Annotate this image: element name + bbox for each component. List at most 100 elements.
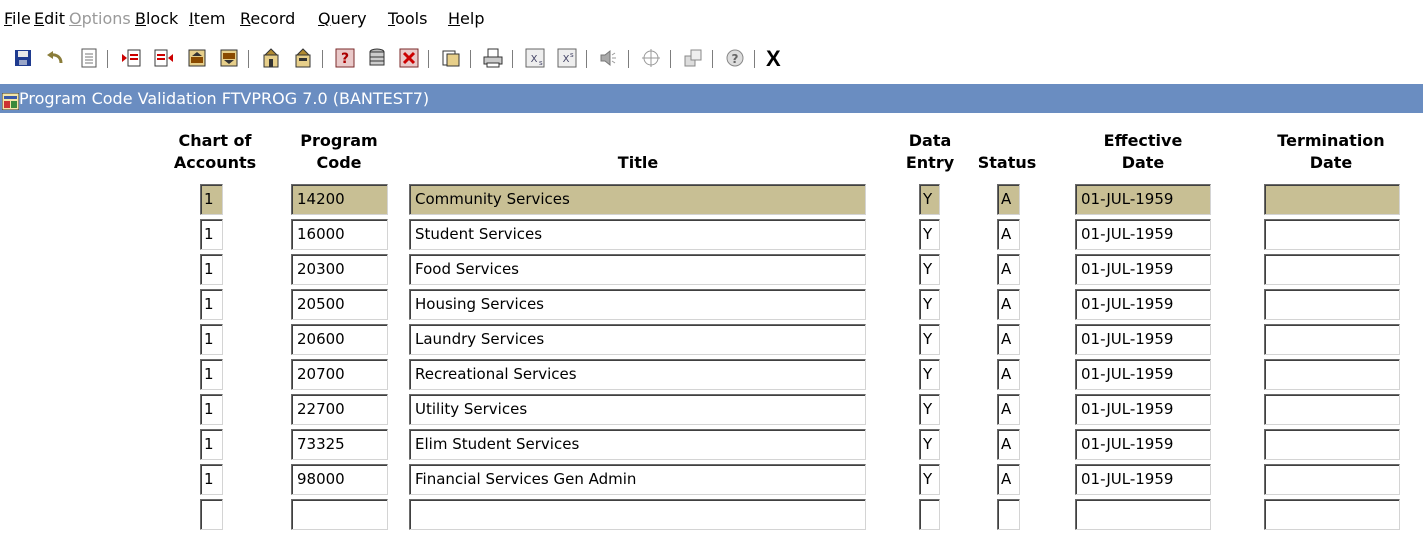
data-entry-field[interactable]: Y (919, 359, 940, 390)
program-code-field[interactable]: 14200 (291, 184, 388, 215)
title-field[interactable]: Recreational Services (409, 359, 866, 390)
audio-icon[interactable] (598, 47, 620, 69)
title-field[interactable]: Food Services (409, 254, 866, 285)
data-entry-field[interactable]: Y (919, 184, 940, 215)
data-entry-field[interactable]: Y (919, 464, 940, 495)
effective-date-field[interactable]: 01-JUL-1959 (1075, 394, 1211, 425)
effective-date-field[interactable]: 01-JUL-1959 (1075, 359, 1211, 390)
menu-file[interactable]: File (4, 9, 31, 28)
termination-date-field[interactable] (1264, 429, 1400, 460)
status-field[interactable]: A (997, 289, 1020, 320)
data-entry-field[interactable]: Y (919, 254, 940, 285)
status-field[interactable]: A (997, 394, 1020, 425)
status-field[interactable]: A (997, 359, 1020, 390)
status-field[interactable]: A (997, 254, 1020, 285)
status-field[interactable]: A (997, 184, 1020, 215)
status-field[interactable]: A (997, 429, 1020, 460)
chart-of-accounts-field[interactable]: 1 (200, 429, 223, 460)
termination-date-field[interactable] (1264, 394, 1400, 425)
title-field[interactable]: Financial Services Gen Admin (409, 464, 866, 495)
termination-date-field[interactable] (1264, 289, 1400, 320)
database-icon[interactable] (366, 47, 388, 69)
chart-of-accounts-field[interactable]: 1 (200, 464, 223, 495)
program-code-field[interactable]: 22700 (291, 394, 388, 425)
duplicate-icon[interactable] (440, 47, 462, 69)
help-circle-icon[interactable]: ? (724, 47, 746, 69)
menu-item[interactable]: Item (189, 9, 225, 28)
rollback-icon[interactable] (44, 47, 66, 69)
remove-record-icon[interactable] (153, 47, 175, 69)
data-entry-field[interactable]: Y (919, 219, 940, 250)
printer-icon[interactable] (482, 47, 504, 69)
data-entry-field[interactable]: Y (919, 429, 940, 460)
chart-of-accounts-field[interactable]: 1 (200, 219, 223, 250)
print-doc-icon[interactable] (78, 47, 100, 69)
status-field[interactable]: A (997, 464, 1020, 495)
status-field[interactable]: A (997, 219, 1020, 250)
title-field[interactable]: Laundry Services (409, 324, 866, 355)
termination-date-field[interactable] (1264, 254, 1400, 285)
effective-date-field[interactable] (1075, 499, 1211, 530)
effective-date-field[interactable]: 01-JUL-1959 (1075, 324, 1211, 355)
termination-date-field[interactable] (1264, 359, 1400, 390)
help-question-icon[interactable]: ? (334, 47, 356, 69)
chart-of-accounts-field[interactable]: 1 (200, 289, 223, 320)
execute-query-icon[interactable] (292, 47, 314, 69)
options-icon[interactable] (682, 47, 704, 69)
program-code-field[interactable]: 20500 (291, 289, 388, 320)
termination-date-field[interactable] (1264, 499, 1400, 530)
navigate-icon[interactable] (640, 47, 662, 69)
title-field[interactable]: Community Services (409, 184, 866, 215)
chart-of-accounts-field[interactable] (200, 499, 223, 530)
extract-data-icon[interactable]: Xs (524, 47, 546, 69)
effective-date-field[interactable]: 01-JUL-1959 (1075, 429, 1211, 460)
previous-block-icon[interactable] (186, 47, 208, 69)
data-entry-field[interactable]: Y (919, 394, 940, 425)
program-code-field[interactable]: 20600 (291, 324, 388, 355)
menu-options[interactable]: Options (69, 9, 131, 28)
termination-date-field[interactable] (1264, 184, 1400, 215)
chart-of-accounts-field[interactable]: 1 (200, 254, 223, 285)
exit-button[interactable]: X (766, 46, 781, 72)
next-block-icon[interactable] (218, 47, 240, 69)
effective-date-field[interactable]: 01-JUL-1959 (1075, 219, 1211, 250)
status-field[interactable]: A (997, 324, 1020, 355)
program-code-field[interactable]: 98000 (291, 464, 388, 495)
data-entry-field[interactable]: Y (919, 289, 940, 320)
chart-of-accounts-field[interactable]: 1 (200, 324, 223, 355)
chart-of-accounts-field[interactable]: 1 (200, 184, 223, 215)
menu-record[interactable]: Record (240, 9, 295, 28)
title-field[interactable] (409, 499, 866, 530)
effective-date-field[interactable]: 01-JUL-1959 (1075, 184, 1211, 215)
program-code-field[interactable]: 20700 (291, 359, 388, 390)
extract-all-icon[interactable]: Xs (556, 47, 578, 69)
enter-query-icon[interactable] (260, 47, 282, 69)
effective-date-field[interactable]: 01-JUL-1959 (1075, 289, 1211, 320)
termination-date-field[interactable] (1264, 464, 1400, 495)
menu-help[interactable]: Help (448, 9, 484, 28)
title-field[interactable]: Housing Services (409, 289, 866, 320)
menu-block[interactable]: Block (135, 9, 178, 28)
program-code-field[interactable]: 73325 (291, 429, 388, 460)
termination-date-field[interactable] (1264, 219, 1400, 250)
save-icon[interactable] (12, 47, 34, 69)
insert-record-icon[interactable] (120, 47, 142, 69)
menu-query[interactable]: Query (318, 9, 367, 28)
data-entry-field[interactable] (919, 499, 940, 530)
status-field[interactable] (997, 499, 1020, 530)
termination-date-field[interactable] (1264, 324, 1400, 355)
data-entry-field[interactable]: Y (919, 324, 940, 355)
chart-of-accounts-field[interactable]: 1 (200, 359, 223, 390)
effective-date-field[interactable]: 01-JUL-1959 (1075, 464, 1211, 495)
effective-date-field[interactable]: 01-JUL-1959 (1075, 254, 1211, 285)
title-field[interactable]: Student Services (409, 219, 866, 250)
cancel-query-icon[interactable] (398, 47, 420, 69)
program-code-field[interactable]: 20300 (291, 254, 388, 285)
program-code-field[interactable]: 16000 (291, 219, 388, 250)
menu-edit[interactable]: Edit (34, 9, 65, 28)
chart-of-accounts-field[interactable]: 1 (200, 394, 223, 425)
title-field[interactable]: Elim Student Services (409, 429, 866, 460)
title-field[interactable]: Utility Services (409, 394, 866, 425)
menu-tools[interactable]: Tools (388, 9, 427, 28)
program-code-field[interactable] (291, 499, 388, 530)
